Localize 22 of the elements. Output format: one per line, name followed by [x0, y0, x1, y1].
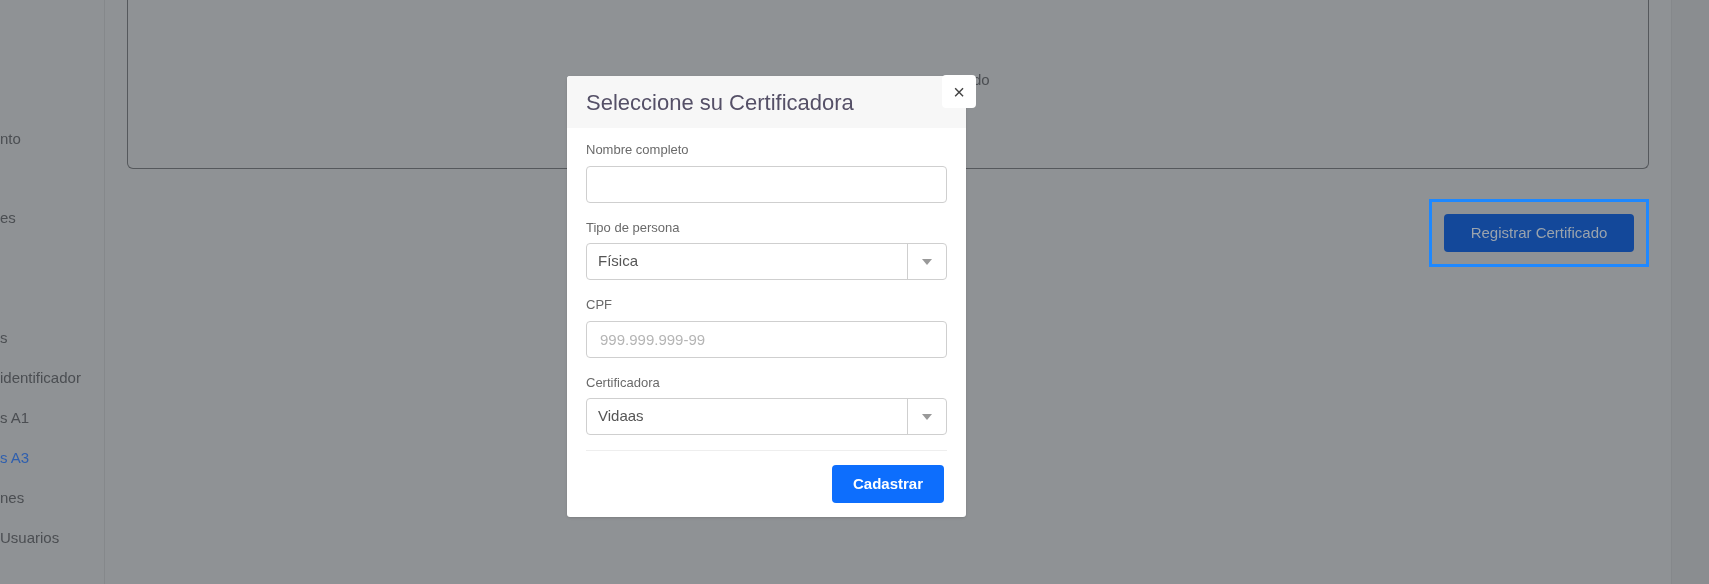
register-button[interactable]: Registrar Certificado: [1444, 214, 1634, 252]
field-label: Certificadora: [586, 373, 661, 392]
field-label: Nombre completo: [586, 141, 690, 159]
select-field[interactable]: Física: [586, 243, 947, 280]
caret-icon: [922, 258, 932, 265]
sidebar-item[interactable]: s A1: [0, 407, 30, 430]
field-label: CPF: [586, 296, 613, 314]
caret-icon: [922, 413, 932, 420]
submit-button[interactable]: Cadastrar: [832, 465, 944, 503]
sidebar-item[interactable]: Usuarios: [0, 527, 60, 550]
modal-title: Seleccione su Certificadora: [586, 88, 854, 117]
sidebar-item[interactable]: es: [0, 207, 16, 230]
input-field[interactable]: 999.999.999-99: [586, 320, 947, 358]
field-label: Tipo de persona: [586, 218, 681, 237]
sidebar-item[interactable]: s: [0, 327, 8, 350]
sidebar-item[interactable]: nes: [0, 487, 25, 510]
input-field[interactable]: [586, 165, 947, 203]
sidebar-item[interactable]: identificador: [0, 367, 81, 390]
close-button[interactable]: ×: [942, 75, 976, 108]
sidebar-item[interactable]: s A3: [0, 447, 30, 470]
sidebar-item[interactable]: nto: [0, 128, 21, 151]
select-field[interactable]: Vidaas: [586, 398, 947, 435]
